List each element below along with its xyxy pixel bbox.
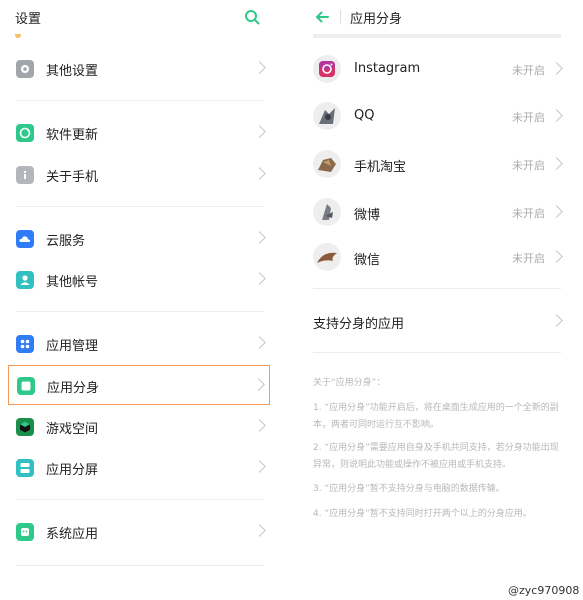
divider [16, 499, 264, 500]
back-arrow-icon[interactable] [314, 9, 330, 25]
app-label: 微博 [354, 208, 381, 223]
chevron-right-icon [550, 157, 563, 170]
app-row-taobao[interactable]: 手机淘宝 未开启 [313, 144, 565, 184]
scroll-edge-mark [15, 34, 21, 38]
app-status: 未开启 [512, 64, 545, 77]
app-label: 微信 [354, 253, 381, 268]
about-note-2: 2. “应用分身”需要应用自身及手机共同支持，若分身功能出现异常，则说明此功能或… [313, 443, 559, 470]
app-row-wechat[interactable]: 微信 未开启 [313, 237, 565, 277]
settings-item-label: 应用分屏 [46, 463, 99, 478]
chevron-right-icon [253, 524, 266, 537]
settings-item-label: 关于手机 [46, 170, 99, 185]
app-row-weibo[interactable]: 微博 未开启 [313, 192, 565, 232]
app-clone-panel: 应用分身 Instagram 未开启 QQ 未开启 手机淘宝 未开启 微博 未开… [298, 0, 583, 600]
app-label: Instagram [354, 61, 421, 76]
about-title: 关于“应用分身”： [313, 378, 386, 388]
chevron-right-icon [252, 378, 265, 391]
settings-item-about[interactable]: 关于手机 [8, 155, 270, 195]
settings-item-accounts[interactable]: 其他帐号 [8, 260, 270, 300]
divider [16, 565, 264, 566]
settings-item-cloud[interactable]: 云服务 [8, 219, 270, 259]
settings-item-system-apps[interactable]: 系统应用 [8, 512, 270, 552]
divider [313, 352, 561, 353]
settings-item-label: 系统应用 [46, 527, 99, 542]
divider [16, 311, 264, 312]
about-note-3: 3. “应用分身”暂不支持分身与电脑的数据传输。 [313, 484, 505, 494]
supported-apps-label: 支持分身的应用 [313, 317, 405, 332]
chevron-right-icon [550, 250, 563, 263]
instagram-icon [313, 55, 341, 83]
weibo-icon [313, 198, 341, 226]
settings-item-label: 其他设置 [46, 64, 99, 79]
chevron-right-icon [253, 272, 266, 285]
app-row-instagram[interactable]: Instagram 未开启 [313, 49, 565, 89]
app-label: 手机淘宝 [354, 160, 407, 175]
app-status: 未开启 [512, 252, 545, 265]
game-cube-icon [16, 418, 34, 436]
app-status: 未开启 [512, 159, 545, 172]
settings-item-app-management[interactable]: 应用管理 [8, 324, 270, 364]
chevron-right-icon [550, 205, 563, 218]
settings-item-label: 应用管理 [46, 339, 99, 354]
search-icon[interactable] [244, 9, 260, 25]
chevron-right-icon [253, 336, 266, 349]
settings-item-update[interactable]: 软件更新 [8, 113, 270, 153]
chevron-right-icon [253, 125, 266, 138]
app-label: QQ [354, 108, 375, 123]
watermark: @zyc970908 [508, 584, 580, 597]
account-icon [16, 271, 34, 289]
settings-item-label: 软件更新 [46, 128, 99, 143]
divider [313, 288, 561, 289]
chevron-right-icon [550, 314, 563, 327]
wechat-icon [313, 243, 341, 271]
chevron-right-icon [253, 460, 266, 473]
qq-icon [313, 102, 341, 130]
settings-icon [16, 60, 34, 78]
settings-item-app-clone[interactable]: 应用分身 [8, 365, 270, 405]
settings-item-label: 应用分身 [47, 381, 100, 396]
taobao-icon [313, 150, 341, 178]
header-shadow [313, 34, 561, 38]
settings-item-label: 云服务 [46, 234, 86, 249]
about-note-1: 1. “应用分身”功能开启后，将在桌面生成应用的一个全新的副本，两者可同时运行互… [313, 403, 559, 430]
system-app-icon [16, 523, 34, 541]
settings-item-label: 游戏空间 [46, 422, 99, 437]
app-clone-icon [17, 377, 35, 395]
chevron-right-icon [253, 231, 266, 244]
settings-item-game-space[interactable]: 游戏空间 [8, 407, 270, 447]
settings-item-other[interactable]: 其他设置 [8, 49, 270, 89]
settings-item-label: 其他帐号 [46, 275, 99, 290]
update-icon [16, 124, 34, 142]
app-grid-icon [16, 335, 34, 353]
app-status: 未开启 [512, 207, 545, 220]
cloud-icon [16, 230, 34, 248]
chevron-right-icon [253, 167, 266, 180]
supported-apps-row[interactable]: 支持分身的应用 [313, 301, 565, 341]
chevron-right-icon [550, 62, 563, 75]
header-divider [340, 10, 341, 24]
chevron-right-icon [253, 419, 266, 432]
settings-item-split-screen[interactable]: 应用分屏 [8, 448, 270, 488]
split-screen-icon [16, 459, 34, 477]
divider [16, 100, 264, 101]
divider [16, 206, 264, 207]
chevron-right-icon [550, 109, 563, 122]
chevron-right-icon [253, 61, 266, 74]
settings-title: 设置 [15, 12, 42, 27]
page-title: 应用分身 [350, 12, 403, 27]
app-status: 未开启 [512, 111, 545, 124]
settings-panel: 设置 其他设置 软件更新 关于手机 云服务 其他帐号 应用管理 应用分身 游戏空… [0, 0, 284, 600]
app-row-qq[interactable]: QQ 未开启 [313, 96, 565, 136]
about-note-4: 4. “应用分身”暂不支持同时打开两个以上的分身应用。 [313, 509, 532, 519]
info-icon [16, 166, 34, 184]
